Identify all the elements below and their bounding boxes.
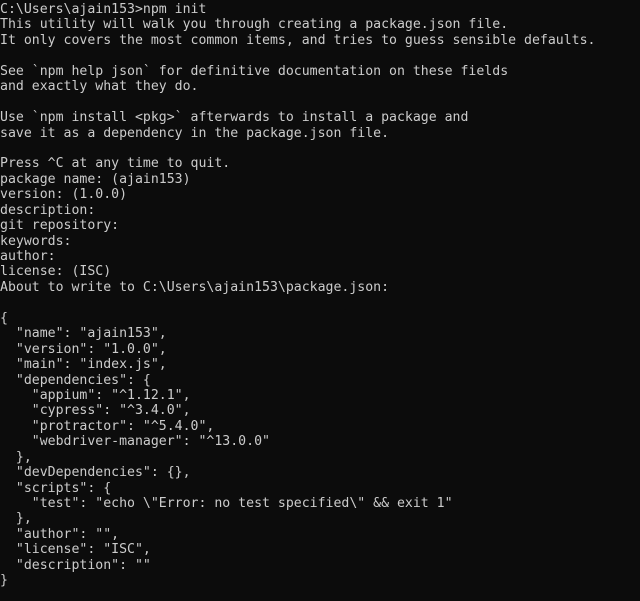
json-output-line: "cypress": "^3.4.0", <box>0 403 191 419</box>
json-output-line: "license": "ISC", <box>0 542 151 558</box>
prompt-license: license: (ISC) <box>0 264 112 280</box>
json-output-line: "version": "1.0.0", <box>0 341 167 357</box>
json-output-line: "name": "ajain153", <box>0 326 167 342</box>
json-output-line: "protractor": "^5.4.0", <box>0 418 215 434</box>
json-output-line: } <box>0 573 8 589</box>
json-output-line: "main": "index.js", <box>0 357 167 373</box>
json-output-line: "author": "", <box>0 526 120 542</box>
terminal-output-line: Use `npm install <pkg>` afterwards to in… <box>0 110 469 126</box>
prompt-version: version: (1.0.0) <box>0 187 128 203</box>
json-output-line: { <box>0 310 8 326</box>
json-output-line: "appium": "^1.12.1", <box>0 387 191 403</box>
terminal-window[interactable]: C:\Users\ajain153>npm init This utility … <box>0 0 640 601</box>
json-output-line: }, <box>0 511 32 527</box>
json-output-line: "webdriver-manager": "^13.0.0" <box>0 434 270 450</box>
json-output-line: "scripts": { <box>0 480 112 496</box>
terminal-output-line: and exactly what they do. <box>0 79 199 95</box>
terminal-output-line: This utility will walk you through creat… <box>0 17 509 33</box>
prompt-git-repository: git repository: <box>0 218 120 234</box>
terminal-output-line: Press ^C at any time to quit. <box>0 156 231 172</box>
terminal-output-line: It only covers the most common items, an… <box>0 32 596 48</box>
terminal-output-line: save it as a dependency in the package.j… <box>0 125 390 141</box>
prompt-author: author: <box>0 249 56 264</box>
prompt-description: description: <box>0 202 96 218</box>
prompt-keywords: keywords: <box>0 233 72 249</box>
terminal-output-line: About to write to C:\Users\ajain153\pack… <box>0 279 390 295</box>
terminal-output-line: See `npm help json` for definitive docum… <box>0 63 509 79</box>
json-output-line: "dependencies": { <box>0 372 151 388</box>
json-output-line: "test": "echo \"Error: no test specified… <box>0 496 453 511</box>
terminal-prompt-line: C:\Users\ajain153>npm init <box>0 2 207 17</box>
json-output-line: "devDependencies": {}, <box>0 465 191 481</box>
prompt-package-name: package name: (ajain153) <box>0 171 191 187</box>
json-output-line: "description": "" <box>0 557 151 573</box>
json-output-line: }, <box>0 449 32 465</box>
